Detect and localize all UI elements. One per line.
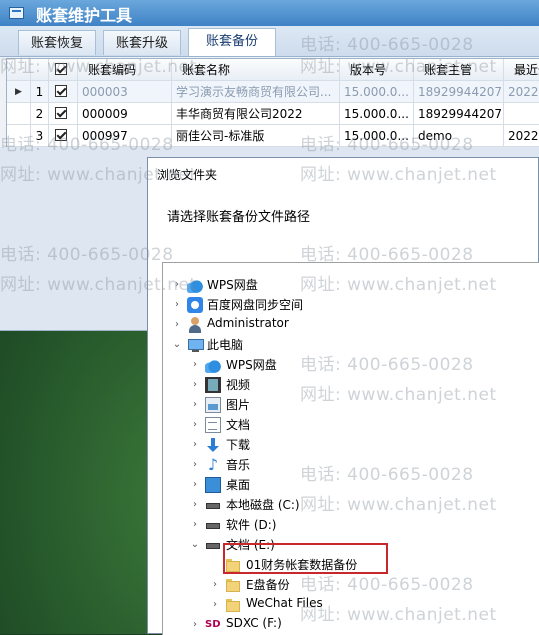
watermark-site: 网址: www.chanjet.net [0,165,197,185]
dialog-prompt: 请选择账套备份文件路径 [167,210,311,225]
document-icon [205,417,221,433]
music-icon: ♪ [207,455,219,474]
cell-name: 学习演示友畅商贸有限公司... [172,81,340,103]
tree-item-administrator[interactable]: › Administrator [163,315,539,335]
watermark-site: 网址: www.chanjet.net [300,57,497,77]
desktop-icon [205,477,221,493]
tree-item-label: SDXC (F:) [226,616,282,630]
cell-last-login [504,103,539,125]
tree-item-label: 桌面 [226,478,251,492]
watermark-phone: 电话: 400-665-0028 [300,135,474,155]
expand-arrow-icon[interactable]: › [190,440,200,450]
row-checkbox[interactable] [55,85,67,97]
tree-item-label: 百度网盘同步空间 [207,298,304,312]
tab-backup[interactable]: 账套备份 [188,28,276,56]
row-indicator [7,103,31,125]
expand-arrow-icon[interactable]: › [190,400,200,410]
row-number: 1 [31,81,49,103]
cell-version: 15.000.0... [340,103,414,125]
picture-icon [205,397,221,413]
download-icon [205,437,221,453]
tree-item-drive-d[interactable]: › 软件 (D:) [163,515,539,535]
cell-manager: 18929944207 [414,81,504,103]
cell-code: 000009 [78,103,172,125]
watermark-site: 网址: www.chanjet.net [0,57,197,77]
cell-code: 000003 [78,81,172,103]
table-row[interactable]: 2 000009 丰华商贸有限公司2022 15.000.0... 189299… [7,103,539,125]
expand-arrow-icon[interactable]: › [172,300,182,310]
cell-last-login: 2022-0 [504,125,539,147]
watermark-site: 网址: www.chanjet.net [300,385,497,405]
tree-item-documents[interactable]: › 文档 [163,415,539,435]
row-checkbox[interactable] [55,107,67,119]
drive-icon [205,517,221,533]
cell-version: 15.000.0... [340,81,414,103]
expand-arrow-icon[interactable]: › [190,520,200,530]
watermark-site: 网址: www.chanjet.net [300,495,497,515]
tree-item-label: 视频 [226,378,251,392]
tree-item-label: WPS网盘 [207,278,258,292]
tree-item-label: E盘备份 [246,578,290,592]
expand-arrow-icon[interactable]: › [172,320,182,330]
table-row[interactable]: ▶ 1 000003 学习演示友畅商贸有限公司... 15.000.0... 1… [7,81,539,103]
collapse-arrow-icon[interactable]: ⌄ [172,340,182,350]
expand-arrow-icon[interactable]: › [190,620,200,630]
expand-arrow-icon[interactable]: › [210,580,220,590]
watermark-site: 网址: www.chanjet.net [0,275,197,295]
expand-arrow-icon[interactable]: › [190,380,200,390]
tree-item-label: 文档 [226,418,251,432]
baidu-netdisk-icon [187,297,203,313]
row-indicator-icon: ▶ [7,81,31,103]
expand-arrow-icon[interactable]: › [190,460,200,470]
app-icon [9,7,24,19]
tree-item-label: 软件 (D:) [226,518,277,532]
watermark-phone: 电话: 400-665-0028 [300,465,474,485]
tree-item-label: 图片 [226,398,251,412]
watermark-phone: 电话: 400-665-0028 [0,135,174,155]
header-last-login[interactable]: 最近登 [504,59,539,81]
tree-item-label: 此电脑 [207,338,244,352]
expand-arrow-icon[interactable]: › [190,360,200,370]
expand-arrow-icon[interactable] [210,560,220,570]
watermark-phone: 电话: 400-665-0028 [300,355,474,375]
cell-name: 丰华商贸有限公司2022 [172,103,340,125]
tree-item-label: 本地磁盘 (C:) [226,498,300,512]
row-checkbox-cell[interactable] [49,103,78,125]
watermark-site: 网址: www.chanjet.net [300,275,497,295]
video-icon [205,377,221,393]
tree-item-label: WPS网盘 [226,358,277,372]
tree-item-downloads[interactable]: › 下载 [163,435,539,455]
cloud-icon [205,357,221,373]
watermark-site: 网址: www.chanjet.net [300,605,497,625]
expand-arrow-icon[interactable]: › [190,500,200,510]
app-title: 账套维护工具 [36,6,133,25]
folder-icon [225,577,241,593]
expand-arrow-icon[interactable]: › [190,480,200,490]
computer-icon [187,337,204,353]
cell-manager: 18929944207 [414,103,504,125]
watermark-phone: 电话: 400-665-0028 [300,575,474,595]
tree-item-label: Administrator [207,316,289,330]
title-bar[interactable]: 账套维护工具 [0,0,539,26]
tree-item-label: 下载 [226,438,251,452]
expand-arrow-icon[interactable]: › [210,600,220,610]
expand-arrow-icon[interactable]: › [190,420,200,430]
collapse-arrow-icon[interactable]: ⌄ [190,540,200,550]
watermark-site: 网址: www.chanjet.net [300,165,497,185]
watermark-phone: 电话: 400-665-0028 [0,245,174,265]
row-checkbox-cell[interactable] [49,81,78,103]
tree-item-baidu-sync[interactable]: › 百度网盘同步空间 [163,295,539,315]
tree-item-label: 音乐 [226,458,251,472]
drive-icon [205,497,221,513]
user-icon [187,317,203,333]
cell-last-login: 2022-0 [504,81,539,103]
sd-card-icon: SD [205,619,221,630]
row-number: 2 [31,103,49,125]
folder-icon [225,597,241,613]
drive-icon [205,537,221,553]
watermark-phone: 电话: 400-665-0028 [300,245,474,265]
